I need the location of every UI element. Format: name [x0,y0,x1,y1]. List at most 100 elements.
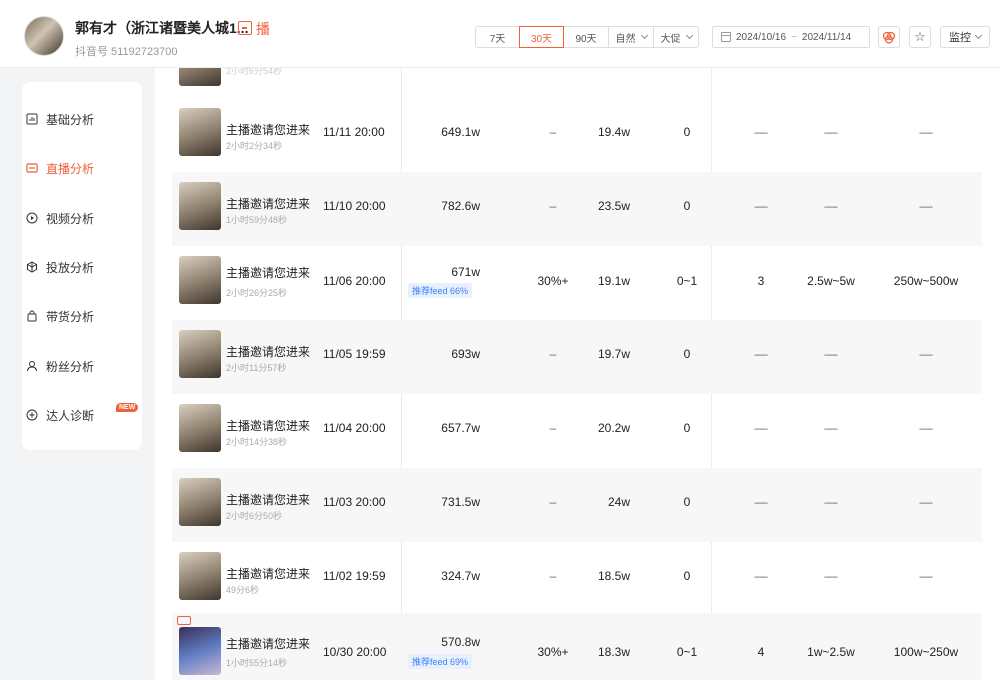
palette-icon [882,30,896,44]
viewers-cell: 671w [428,265,480,279]
period-90d-button[interactable]: 90天 [563,26,609,48]
live-cover-thumbnail[interactable] [179,478,221,526]
monitor-label: 监控 [949,29,971,45]
live-title[interactable]: 主播邀请您进来 [226,565,310,582]
live-title[interactable]: 主播邀请您进来 [226,121,310,138]
star-icon: ☆ [914,29,926,45]
ratio-cell: – [523,421,583,435]
metric-cell: –– [731,495,791,509]
streamer-name: 郭有才（浙江诸暨美人城1... [75,18,248,38]
metric-cell: –– [799,125,863,139]
live-start-time: 11/03 20:00 [323,495,386,509]
live-cover-thumbnail[interactable] [179,256,221,304]
metric-cell: –– [731,347,791,361]
sidebar-item-label: 达人诊断 [46,407,94,424]
metric-cell: 100w~250w [876,645,976,659]
live-start-time: 11/10 20:00 [323,199,386,213]
sidebar-item-influencer-diagnosis[interactable]: 达人诊断 [26,405,94,425]
date-separator: ~ [791,32,797,43]
peak-cell: 18.3w [582,645,630,659]
live-duration: 2小时26分25秒 [226,286,287,299]
table-row[interactable]: 主播邀请您进来 2小时26分25秒 11/06 20:00 671w 推荐fee… [172,246,982,320]
viewers-cell: 657.7w [428,421,480,435]
top-header: 郭有才（浙江诸暨美人城1... 播 抖音号 51192723700 7天 30天… [0,0,1000,68]
traffic-type-dropdown[interactable]: 自然 [608,26,654,48]
peak-cell: 19.7w [582,347,630,361]
date-from: 2024/10/16 [736,32,786,43]
cube-icon [26,261,38,273]
sidebar-item-fans-analysis[interactable]: 粉丝分析 [26,356,94,376]
viewers-cell: 731.5w [428,495,480,509]
sidebar-item-live-analysis[interactable]: 直播分析 [26,158,94,178]
live-title[interactable]: 主播邀请您进来 [226,195,310,212]
sidebar-item-label: 粉丝分析 [46,358,94,375]
ratio-cell: 30%+ [523,645,583,659]
period-30d-button[interactable]: 30天 [519,26,564,48]
sidebar-item-label: 带货分析 [46,308,94,325]
sidebar-item-ad-analysis[interactable]: 投放分析 [26,257,94,277]
chevron-down-icon [975,32,982,39]
live-title[interactable]: 主播邀请您进来 [226,635,310,652]
live-sessions-table: 2小时6分54秒 主播邀请您进来 2小时2分34秒 11/11 20:00 64… [155,60,1000,680]
live-tv-icon [238,21,252,35]
date-range-picker[interactable]: 2024/10/16 ~ 2024/11/14 [712,26,870,48]
viewers-cell: 324.7w [428,569,480,583]
metric-cell: –– [876,495,976,509]
bag-icon [26,310,38,322]
table-row[interactable]: 主播邀请您进来 2小时11分57秒 11/05 19:59 693w – 19.… [172,320,982,394]
peak-cell: 23.5w [582,199,630,213]
sidebar-item-sales-analysis[interactable]: 带货分析 [26,306,94,326]
metric-cell: –– [799,347,863,361]
table-row[interactable]: 主播邀请您进来 1小时59分48秒 11/10 20:00 782.6w – 2… [172,172,982,246]
live-duration: 1小时59分48秒 [226,213,287,226]
live-duration: 2小时11分57秒 [226,361,286,374]
live-title[interactable]: 主播邀请您进来 [226,491,310,508]
count-cell: 0 [661,199,713,213]
sidebar-item-label: 基础分析 [46,111,94,128]
sidebar-item-video-analysis[interactable]: 视频分析 [26,208,94,228]
metric-cell: –– [731,421,791,435]
count-cell: 0 [661,569,713,583]
metric-cell: 1w~2.5w [799,645,863,659]
live-cover-thumbnail[interactable] [179,552,221,600]
live-cover-thumbnail[interactable] [179,627,221,675]
chart-icon [26,113,38,125]
live-title[interactable]: 主播邀请您进来 [226,343,310,360]
streamer-avatar[interactable] [24,16,64,56]
table-row[interactable]: 主播邀请您进来 49分6秒 11/02 19:59 324.7w – 18.5w… [172,542,982,616]
metric-cell: –– [799,569,863,583]
metric-cell: –– [731,569,791,583]
live-cover-thumbnail[interactable] [179,404,221,452]
metric-cell: 3 [731,274,791,288]
compare-button[interactable] [878,26,900,48]
table-row[interactable]: 主播邀请您进来 2小时2分34秒 11/11 20:00 649.1w – 19… [172,98,982,172]
sidebar-item-basic-analysis[interactable]: 基础分析 [26,109,94,129]
feed-source-tag: 推荐feed 69% [408,654,472,669]
live-title[interactable]: 主播邀请您进来 [226,417,310,434]
ratio-cell: – [523,569,583,583]
favorite-button[interactable]: ☆ [909,26,931,48]
calendar-icon [721,32,731,42]
date-to: 2024/11/14 [802,32,851,43]
live-title[interactable]: 主播邀请您进来 [226,264,310,281]
live-cover-thumbnail[interactable] [179,182,221,230]
monitor-button[interactable]: 监控 [940,26,990,48]
chevron-down-icon [640,32,647,39]
metric-cell: –– [876,125,976,139]
user-icon [26,360,38,372]
traffic-type-value: 自然 [616,30,636,45]
peak-cell: 18.5w [582,569,630,583]
ratio-cell: – [523,125,583,139]
table-row[interactable]: 主播邀请您进来 2小时6分50秒 11/03 20:00 731.5w – 24… [172,468,982,542]
promo-value: 大促 [661,30,681,45]
live-cover-thumbnail[interactable] [179,108,221,156]
sidebar-item-label: 直播分析 [46,160,94,177]
peak-cell: 19.4w [582,125,630,139]
live-cover-thumbnail[interactable] [179,330,221,378]
live-duration: 2小时14分38秒 [226,435,287,448]
promo-dropdown[interactable]: 大促 [653,26,699,48]
ratio-cell: 30%+ [523,274,583,288]
table-row[interactable]: 主播邀请您进来 1小时55分14秒 10/30 20:00 570.8w 推荐f… [172,613,982,680]
table-row[interactable]: 主播邀请您进来 2小时14分38秒 11/04 20:00 657.7w – 2… [172,394,982,468]
period-7d-button[interactable]: 7天 [475,26,520,48]
